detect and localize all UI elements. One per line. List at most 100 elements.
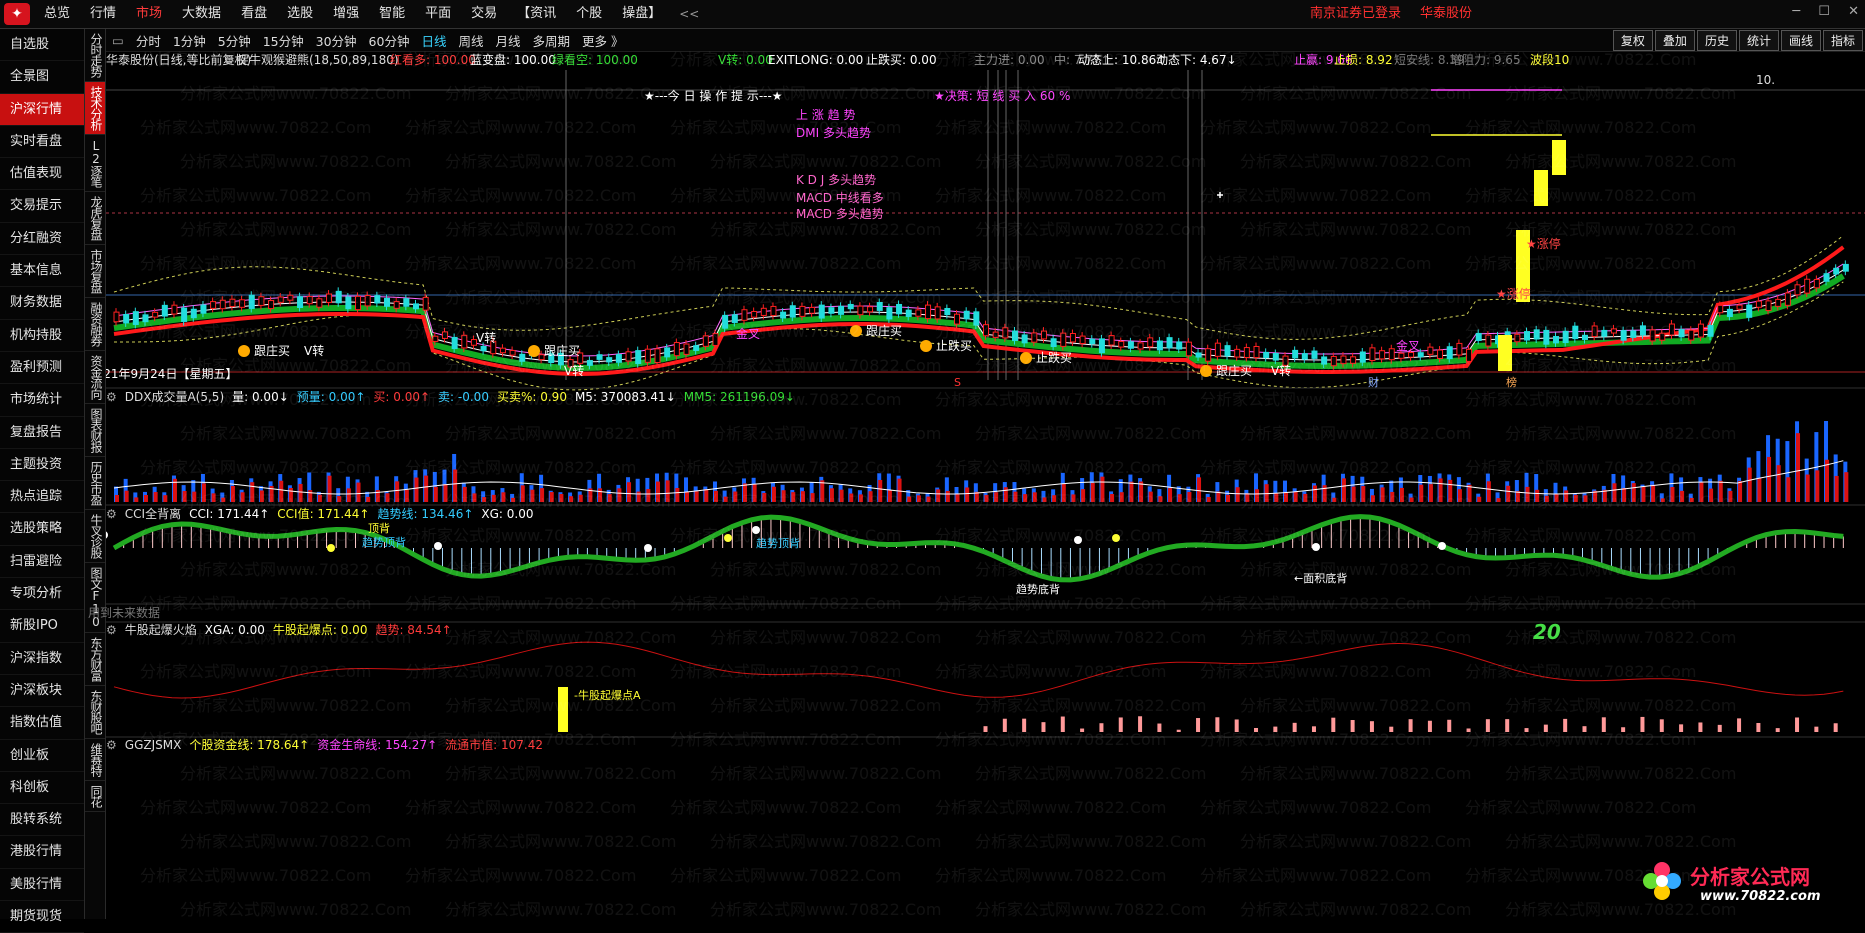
period-tab-2[interactable]: 5分钟 xyxy=(212,31,257,50)
sidebar-item-6[interactable]: 分红融资 xyxy=(0,223,84,256)
volume-bar-red xyxy=(1776,465,1781,502)
period-tab-1[interactable]: 1分钟 xyxy=(167,31,212,50)
top-menu-item-11[interactable]: 个股 xyxy=(566,0,612,28)
top-menu-item-0[interactable]: 总览 xyxy=(34,0,80,28)
candle-body xyxy=(722,314,729,329)
volume-bar-red xyxy=(1573,494,1578,502)
sidebar-item-11[interactable]: 市场统计 xyxy=(0,384,84,417)
sidebar-item-21[interactable]: 指数估值 xyxy=(0,707,84,740)
sidebar-item-3[interactable]: 实时看盘 xyxy=(0,126,84,159)
sidebar-item-12[interactable]: 复盘报告 xyxy=(0,417,84,449)
volume-bar-red xyxy=(1361,486,1366,502)
sidebar-item-1[interactable]: 全景图 xyxy=(0,61,84,94)
volume-bar-red xyxy=(549,492,554,502)
sidebar-item-9[interactable]: 机构持股 xyxy=(0,320,84,352)
vtab-1[interactable]: 技术分析 xyxy=(85,82,105,135)
period-tab-0[interactable]: 分时 xyxy=(130,31,167,50)
top-menu-item-10[interactable]: 【资讯 xyxy=(507,0,566,28)
sidebar-item-19[interactable]: 沪深指数 xyxy=(0,643,84,675)
period-tab-7[interactable]: 周线 xyxy=(452,31,489,50)
period-tab-9[interactable]: 多周期 xyxy=(527,31,577,50)
ddx-settings-icon[interactable]: ⚙ xyxy=(106,390,117,404)
chart-tool-button-2[interactable]: 历史 xyxy=(1696,30,1737,51)
vtab-12[interactable]: 东财股吧 xyxy=(85,686,105,739)
period-tab-8[interactable]: 月线 xyxy=(489,31,526,50)
chart-tool-button-5[interactable]: 指标 xyxy=(1822,30,1863,51)
settings-gear-icon[interactable]: ⚙ xyxy=(224,51,235,70)
vtab-3[interactable]: 龙虎复盘 xyxy=(85,192,105,245)
sidebar-item-27[interactable]: 期货现货 xyxy=(0,901,84,933)
sidebar-item-15[interactable]: 选股策略 xyxy=(0,513,84,546)
sidebar-item-0[interactable]: 自选股 xyxy=(0,29,84,62)
chart-annotation-11: 金叉 xyxy=(1396,338,1420,353)
chart-tool-button-4[interactable]: 画线 xyxy=(1780,30,1821,51)
sidebar-item-13[interactable]: 主题投资 xyxy=(0,449,84,482)
vtab-10[interactable]: 图文F10 xyxy=(85,563,105,633)
chart-canvas[interactable]: 10. ★---今 日 操 作 提 示---★ ★决策: 短 线 买 入 60 % 上… xyxy=(106,70,1865,919)
top-menu-item-4[interactable]: 看盘 xyxy=(231,0,277,28)
top-menu-item-2[interactable]: 市场 xyxy=(126,0,172,28)
close-icon[interactable]: ✕ xyxy=(1848,4,1859,19)
vtab-4[interactable]: 市场复盘 xyxy=(85,245,105,298)
period-tab-5[interactable]: 60分钟 xyxy=(363,31,416,50)
candle-body xyxy=(1784,292,1791,306)
cci-panel-value-2: 趋势线: 134.46↑ xyxy=(377,507,474,521)
top-menu-item-1[interactable]: 行情 xyxy=(80,0,126,28)
period-tab-10[interactable]: 更多 》 xyxy=(576,31,629,50)
sidebar-item-4[interactable]: 估值表现 xyxy=(0,158,84,191)
top-menu-item-6[interactable]: 增强 xyxy=(323,0,369,28)
candle-body xyxy=(1311,350,1318,359)
sidebar-item-24[interactable]: 股转系统 xyxy=(0,804,84,837)
maximize-icon[interactable]: ☐ xyxy=(1818,4,1830,19)
volume-bar-red xyxy=(1255,489,1260,502)
sidebar-item-16[interactable]: 扫雷避险 xyxy=(0,546,84,579)
vtab-13[interactable]: 维赛特 xyxy=(85,739,105,781)
volume-bar-red xyxy=(1081,489,1086,502)
sidebar-item-8[interactable]: 财务数据 xyxy=(0,287,84,320)
sidebar-item-26[interactable]: 美股行情 xyxy=(0,869,84,902)
sidebar-item-25[interactable]: 港股行情 xyxy=(0,836,84,869)
sidebar-item-10[interactable]: 盈利预测 xyxy=(0,352,84,385)
chart-annotation-3: 跟庄买 xyxy=(544,343,580,358)
period-tab-6[interactable]: 日线 xyxy=(415,31,452,50)
sidebar-item-7[interactable]: 基本信息 xyxy=(0,255,84,288)
sidebar-item-22[interactable]: 创业板 xyxy=(0,740,84,772)
cci-settings-icon[interactable]: ⚙ xyxy=(106,507,117,521)
collapse-icon[interactable]: << xyxy=(671,7,707,21)
ggz-settings-icon[interactable]: ⚙ xyxy=(106,738,117,752)
period-tab-4[interactable]: 30分钟 xyxy=(310,31,363,50)
vtab-14[interactable]: 同花 xyxy=(85,781,105,812)
period-toggle-icon[interactable]: ▭ xyxy=(106,33,130,48)
minimize-icon[interactable]: ─ xyxy=(1792,4,1800,19)
chart-tool-button-1[interactable]: 叠加 xyxy=(1654,30,1695,51)
chart-tool-button-0[interactable]: 复权 xyxy=(1612,30,1653,51)
sidebar-item-17[interactable]: 专项分析 xyxy=(0,578,84,611)
app-logo-icon[interactable]: ✦ xyxy=(4,3,30,25)
top-menu-item-5[interactable]: 选股 xyxy=(277,0,323,28)
bull-settings-icon[interactable]: ⚙ xyxy=(106,623,117,637)
sidebar-item-5[interactable]: 交易提示 xyxy=(0,190,84,223)
sidebar-item-18[interactable]: 新股IPO xyxy=(0,610,84,643)
vtab-2[interactable]: L2逐笔 xyxy=(85,135,105,192)
sidebar-item-2[interactable]: 沪深行情 xyxy=(0,93,84,126)
vtab-0[interactable]: 分时走势 xyxy=(85,29,105,82)
period-tab-3[interactable]: 15分钟 xyxy=(257,31,310,50)
vtab-11[interactable]: 东方财富 xyxy=(85,633,105,686)
sidebar-item-20[interactable]: 沪深板块 xyxy=(0,675,84,708)
top-menu-item-7[interactable]: 智能 xyxy=(369,0,415,28)
top-menu-item-8[interactable]: 平面 xyxy=(415,0,461,28)
top-menu-item-12[interactable]: 操盘】 xyxy=(612,0,671,28)
chart-tool-button-3[interactable]: 统计 xyxy=(1738,30,1779,51)
cci-label-0: 顶背 xyxy=(368,521,390,535)
vtab-8[interactable]: 历史市盈 xyxy=(85,457,105,510)
volume-bar-red xyxy=(1206,497,1211,502)
sidebar-item-23[interactable]: 科创板 xyxy=(0,772,84,805)
top-menu-item-3[interactable]: 大数据 xyxy=(172,0,231,28)
bull-panel-title: 牛股起爆火焰 xyxy=(124,623,197,637)
vtab-9[interactable]: 牛叉诊股 xyxy=(85,510,105,563)
top-menu-item-9[interactable]: 交易 xyxy=(461,0,507,28)
vtab-7[interactable]: 图表财报 xyxy=(85,404,105,457)
vtab-6[interactable]: 资金流向 xyxy=(85,351,105,404)
sidebar-item-14[interactable]: 热点追踪 xyxy=(0,481,84,514)
vtab-5[interactable]: 融资融券 xyxy=(85,298,105,351)
